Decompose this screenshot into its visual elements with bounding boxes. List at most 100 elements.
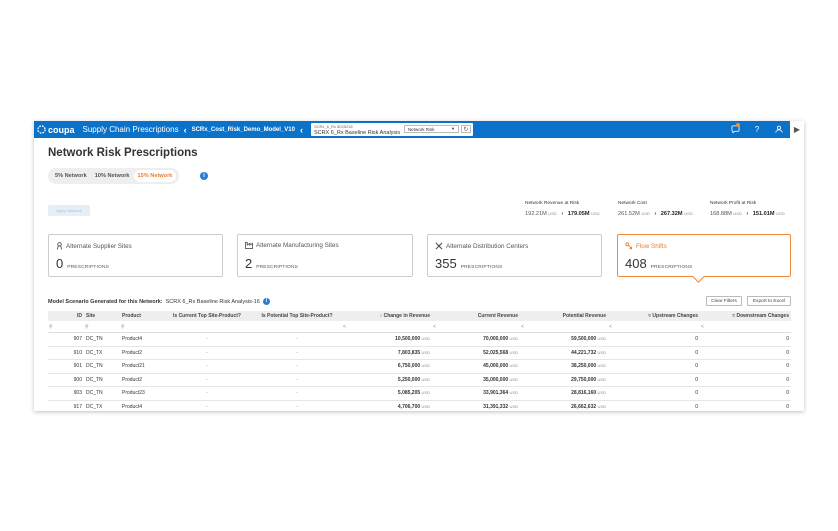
potential-top-checkbox: · [252,346,342,360]
supplier-icon [56,242,63,250]
card-unit: PRESCRIPTIONS [67,265,110,270]
column-header-potential-revenue[interactable]: Potential Revenue [520,311,608,321]
potential-top-checkbox: · [252,386,342,401]
cell-downstream-changes: 0 [700,359,791,374]
caret-down-icon: ▼ [450,126,455,131]
column-header-downstream-changes[interactable]: ≈ Downstream Changes [700,311,791,321]
column-header-current-top[interactable]: Is Current Top Site-Product? [162,311,252,321]
export-excel-button[interactable]: Export to Excel [747,296,791,306]
app-title: Supply Chain Prescriptions [82,125,179,134]
table-row[interactable]: 901 DC_TN Product21 · · 6,750,000 USD 45… [48,359,791,374]
segment-10-network[interactable]: 10% Network [91,170,134,182]
arrow-right-icon: › [561,211,564,217]
user-icon[interactable] [768,125,790,135]
cell-upstream-changes: 0 [608,359,700,374]
card-title: Alternate Manufacturing Sites [256,242,339,249]
cell-product: Product2 [120,373,162,387]
card-value: 355 [435,256,457,271]
search-icon[interactable]: ⚲ [120,321,162,333]
chevron-left-icon[interactable]: ‹ [300,125,303,135]
column-header-upstream-changes[interactable]: ≈ Upstream Changes [608,311,700,321]
help-icon[interactable]: ? [746,125,768,134]
cell-change-revenue: 10,500,000 USD [342,332,432,347]
cell-product: Product4 [120,400,162,411]
cell-id[interactable]: 907 [48,332,84,347]
table-row[interactable]: 900 DC_TN Product2 · · 5,250,000 USD 35,… [48,373,791,387]
app-window: coupa Supply Chain Prescriptions ‹ SCRx_… [34,121,804,411]
cell-site: DC_TX [84,346,120,360]
factory-icon [245,242,253,249]
metric-potential: 179.05M [567,211,590,217]
column-header-id[interactable]: ID [48,311,84,321]
table-row[interactable]: 907 DC_TN Product4 · · 10,500,000 USD 70… [48,332,791,347]
metric-revenue-at-risk: Network Revenue at Risk 192.21M USD › 17… [525,201,600,217]
potential-top-checkbox: · [252,359,342,374]
potential-top-checkbox: · [252,373,342,387]
cell-site: DC_TN [84,386,120,401]
card-alternate-manufacturing-sites[interactable]: Alternate Manufacturing Sites 2 PRESCRIP… [237,234,413,277]
cell-id[interactable]: 910 [48,346,84,360]
cell-id[interactable]: 917 [48,400,84,411]
column-header-current-revenue[interactable]: Current Revenue [432,311,520,321]
analysis-select-value: Network Risk [407,126,435,132]
less-than-filter-icon[interactable]: < [520,321,608,333]
less-than-filter-icon[interactable]: < [342,321,432,333]
current-top-checkbox: · [162,400,252,411]
segment-5-network[interactable]: 5% Network [51,170,91,182]
coupa-logo[interactable]: coupa [37,125,75,135]
cell-change-revenue: 6,750,000 USD [342,359,432,374]
filter-cell[interactable] [162,321,252,333]
scenario-selector[interactable]: SCRx_6_Rx 8025218 SCRX 6_Rx Baseline Ris… [310,123,473,136]
card-title: Alternate Distribution Centers [446,242,529,250]
analysis-select[interactable]: Network Risk ▼ [403,125,459,133]
refresh-icon[interactable]: ↻ [460,125,471,133]
card-alternate-supplier-sites[interactable]: Alternate Supplier Sites 0 PRESCRIPTIONS [48,234,223,277]
filter-cell[interactable] [252,321,342,333]
table-row[interactable]: 903 DC_TN Product23 · · 5,085,205 USD 33… [48,386,791,401]
apply-network-button[interactable]: Apply Network [48,205,90,216]
card-alternate-distribution-centers[interactable]: Alternate Distribution Centers 355 PRESC… [427,234,602,277]
play-icon[interactable]: ▶ [790,121,804,138]
search-icon[interactable]: ⚲ [84,321,120,333]
card-value: 0 [56,256,64,271]
cell-current-revenue: 31,391,332 USD [432,400,520,411]
cell-id[interactable]: 903 [48,386,84,401]
scenario-name: SCRX 6_Rx Baseline Risk Analysis [313,129,401,136]
notifications-icon[interactable] [724,122,746,135]
cell-potential-revenue: 26,662,632 USD [520,400,608,411]
chevron-left-icon[interactable]: ‹ [184,125,187,135]
model-name[interactable]: SCRx_Cost_Risk_Demo_Model_V10 [192,127,295,133]
cell-potential-revenue: 38,250,000 USD [520,359,608,374]
card-value: 408 [625,256,647,271]
table-row[interactable]: 910 DC_TX Product2 · · 7,803,835 USD 52,… [48,346,791,360]
column-header-potential-top[interactable]: Is Potential Top Site-Product? [252,311,342,321]
table-row[interactable]: 917 DC_TX Product4 · · 4,706,700 USD 31,… [48,400,791,411]
filter-row: ⚲ ⚲ ⚲ < < < < < [48,321,791,333]
cell-upstream-changes: 0 [608,373,700,387]
current-top-checkbox: · [162,332,252,347]
column-header-product[interactable]: Product [120,311,162,321]
info-icon[interactable]: i [200,172,208,180]
cell-upstream-changes: 0 [608,346,700,360]
scenario-line-value: SCRX 6_Rx Baseline Risk Analysis-16 [165,298,260,305]
potential-top-checkbox: · [252,400,342,411]
cell-downstream-changes: 0 [700,373,791,387]
metric-current: 168.88M [710,211,732,217]
column-header-site[interactable]: Site [84,311,120,321]
less-than-filter-icon[interactable]: < [608,321,700,333]
clear-filters-button[interactable]: Clear Filters [706,296,742,306]
info-icon[interactable]: i [262,298,270,305]
search-icon[interactable]: ⚲ [48,321,84,333]
less-than-filter-icon[interactable]: < [432,321,520,333]
cell-site: DC_TN [84,373,120,387]
cell-id[interactable]: 900 [48,373,84,387]
column-header-change-revenue[interactable]: ↓ Change in Revenue [342,311,432,321]
less-than-filter-icon[interactable]: < [700,321,791,333]
segment-15-network[interactable]: 15% Network [133,170,177,182]
cell-current-revenue: 45,000,000 USD [432,359,520,374]
metric-potential: 151.01M [752,211,775,217]
prescriptions-table: ID Site Product Is Current Top Site-Prod… [48,311,791,411]
current-top-checkbox: · [162,359,252,374]
cell-id[interactable]: 901 [48,359,84,374]
card-flow-shifts[interactable]: Flow Shifts 408 PRESCRIPTIONS [617,234,791,277]
